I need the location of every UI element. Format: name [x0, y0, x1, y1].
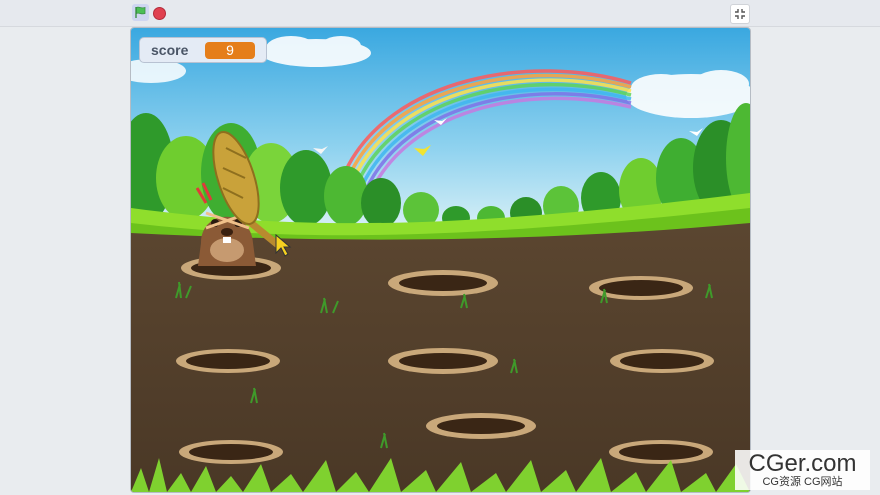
mole-hole[interactable]: [426, 413, 536, 439]
cloud: [626, 70, 750, 118]
game-scene: [131, 28, 750, 492]
mole-hole[interactable]: [388, 270, 498, 296]
game-stage[interactable]: score 9: [130, 27, 751, 493]
stop-button[interactable]: [153, 7, 166, 20]
green-flag-icon: [135, 6, 146, 18]
watermark-sub-text: CG资源 CG网站: [762, 475, 843, 488]
score-value: 9: [205, 41, 255, 59]
cloud: [261, 36, 371, 67]
watermark-main-text: CGer.com: [748, 449, 857, 477]
exit-fullscreen-button[interactable]: [730, 4, 750, 24]
score-monitor: score 9: [139, 37, 267, 63]
green-flag-button[interactable]: [132, 4, 149, 21]
watermark: CGer.com CG资源 CG网站: [735, 450, 870, 490]
mole-hole[interactable]: [179, 440, 283, 464]
mole-hole[interactable]: [176, 349, 280, 373]
score-label: score: [151, 42, 189, 58]
exit-fullscreen-icon: [735, 9, 745, 19]
player-toolbar: [0, 0, 880, 27]
mole-hole[interactable]: [610, 349, 714, 373]
mole-hole[interactable]: [388, 348, 498, 374]
mole-hole[interactable]: [609, 440, 713, 464]
